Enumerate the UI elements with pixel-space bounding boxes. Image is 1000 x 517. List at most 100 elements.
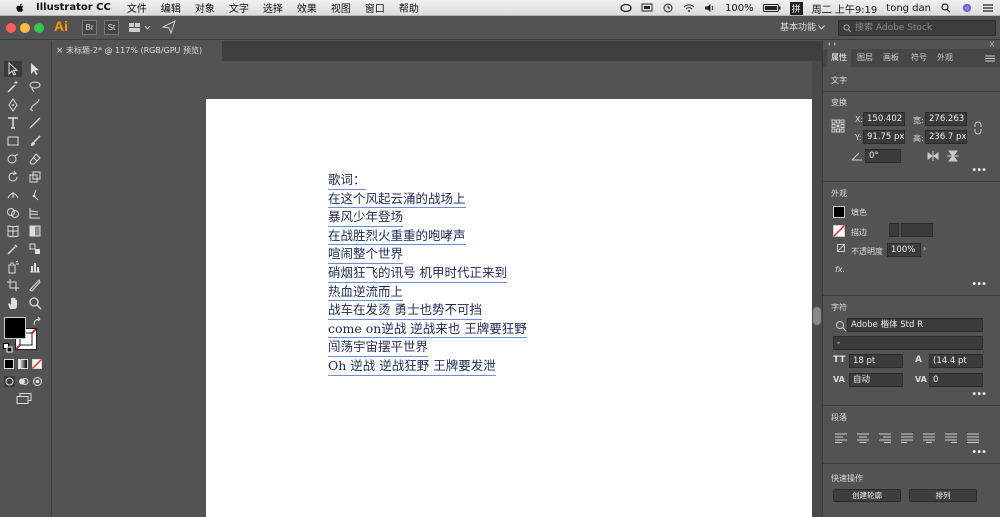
font-style-select[interactable]: -: [833, 336, 983, 350]
volume-icon[interactable]: [704, 3, 716, 13]
artboard[interactable]: 歌词： 在这个风起云涌的战场上 暴风少年登场 在战胜烈火重重的咆哮声 喧闹整个世界 硝烟狂…: [206, 99, 812, 517]
magic-wand-tool[interactable]: [4, 79, 22, 95]
panel-collapse-icon[interactable]: [827, 41, 837, 47]
menu-object[interactable]: 对象: [195, 0, 215, 15]
time-machine-icon[interactable]: [662, 3, 674, 13]
color-mode-button[interactable]: [4, 359, 14, 369]
none-mode-button[interactable]: [32, 359, 42, 369]
type-tool[interactable]: [4, 115, 22, 131]
stock-button[interactable]: St: [104, 20, 119, 35]
workspace-switcher[interactable]: 基本功能: [780, 20, 816, 33]
justify-all-icon[interactable]: [967, 433, 979, 443]
display-icon[interactable]: [641, 3, 653, 13]
apple-icon[interactable]: [14, 2, 26, 14]
create-outlines-button[interactable]: 创建轮廓: [833, 489, 901, 502]
scrollbar-thumb[interactable]: [813, 307, 821, 325]
stroke-weight-input[interactable]: [901, 223, 933, 237]
menu-view[interactable]: 视图: [331, 0, 351, 15]
leading-input[interactable]: (14.4 pt: [929, 354, 983, 368]
shape-builder-tool[interactable]: [4, 205, 22, 221]
tracking-input[interactable]: 0: [929, 373, 983, 387]
arrange-button[interactable]: 排列: [909, 489, 977, 502]
gradient-mode-button[interactable]: [18, 359, 28, 369]
height-input[interactable]: 236.7 px: [925, 130, 967, 144]
bridge-button[interactable]: Br: [82, 20, 97, 35]
y-position-input[interactable]: 91.75 px: [863, 130, 905, 144]
opacity-input[interactable]: 100%: [887, 243, 921, 257]
align-right-icon[interactable]: [879, 433, 891, 443]
menu-window[interactable]: 窗口: [365, 0, 385, 15]
mesh-tool[interactable]: [4, 223, 22, 239]
scale-tool[interactable]: [26, 169, 44, 185]
menu-type[interactable]: 文字: [229, 0, 249, 15]
rectangle-tool[interactable]: [4, 133, 22, 149]
selection-tool[interactable]: [4, 61, 22, 77]
gradient-tool[interactable]: [26, 223, 44, 239]
direct-selection-tool[interactable]: [26, 61, 44, 77]
draw-normal-icon[interactable]: [4, 376, 15, 387]
eraser-tool[interactable]: [26, 151, 44, 167]
flip-horizontal-icon[interactable]: [927, 151, 939, 161]
pen-tool[interactable]: [4, 97, 22, 113]
rotate-tool[interactable]: [4, 169, 22, 185]
menu-effect[interactable]: 效果: [297, 0, 317, 15]
flip-vertical-icon[interactable]: [947, 150, 959, 162]
symbol-sprayer-tool[interactable]: [4, 259, 22, 275]
workspace-chevron-icon[interactable]: [818, 25, 825, 30]
panel-menu-icon[interactable]: [985, 55, 995, 62]
justify-last-right-icon[interactable]: [945, 433, 957, 443]
panel-close-icon[interactable]: [987, 41, 997, 47]
menu-select[interactable]: 选择: [263, 0, 283, 15]
tab-artboards[interactable]: 画板: [879, 49, 903, 67]
battery-icon[interactable]: [762, 3, 781, 13]
swap-colors-icon[interactable]: [32, 317, 42, 327]
width-tool[interactable]: [4, 187, 22, 203]
slice-tool[interactable]: [26, 277, 44, 293]
line-segment-tool[interactable]: [26, 115, 44, 131]
eyedropper-tool[interactable]: [4, 241, 22, 257]
width-input[interactable]: 276.263: [925, 112, 967, 126]
hand-tool[interactable]: [4, 295, 22, 311]
align-center-icon[interactable]: [857, 433, 869, 443]
menu-help[interactable]: 帮助: [399, 0, 419, 15]
font-size-input[interactable]: 18 pt: [849, 354, 903, 368]
draw-behind-icon[interactable]: [18, 376, 29, 387]
puppet-warp-tool[interactable]: [26, 187, 44, 203]
tab-symbols[interactable]: 符号: [907, 49, 931, 67]
screen-mode-icon[interactable]: [16, 393, 32, 404]
app-menu[interactable]: Illustrator CC: [36, 2, 111, 13]
menu-edit[interactable]: 编辑: [161, 0, 181, 15]
column-graph-tool[interactable]: [26, 259, 44, 275]
default-colors-icon[interactable]: [3, 343, 13, 353]
close-tab-icon[interactable]: ×: [56, 41, 64, 61]
justify-last-left-icon[interactable]: [901, 433, 913, 443]
x-position-input[interactable]: 150.402: [863, 112, 905, 126]
clock[interactable]: 周二 上午9:19: [812, 1, 878, 16]
character-more-options[interactable]: •••: [971, 389, 987, 400]
send-icon[interactable]: [162, 20, 176, 34]
siri-icon[interactable]: [961, 3, 973, 13]
menu-file[interactable]: 文件: [127, 0, 147, 15]
input-method-indicator[interactable]: 拼: [789, 1, 803, 15]
document-tab[interactable]: × 未标题-2* @ 117% (RGB/GPU 预览): [52, 41, 222, 61]
notification-center-icon[interactable]: [982, 3, 994, 13]
fill-color-front[interactable]: [4, 317, 26, 339]
vertical-scrollbar[interactable]: [812, 61, 822, 517]
justify-last-center-icon[interactable]: [923, 433, 935, 443]
zoom-tool[interactable]: [26, 295, 44, 311]
minimize-window-button[interactable]: [20, 23, 30, 33]
tab-appearance[interactable]: 外观: [933, 49, 957, 67]
blend-tool[interactable]: [26, 241, 44, 257]
tab-layers[interactable]: 图层: [853, 49, 877, 67]
perspective-grid-tool[interactable]: [26, 205, 44, 221]
lyrics-text-frame[interactable]: 歌词： 在这个风起云涌的战场上 暴风少年登场 在战胜烈火重重的咆哮声 喧闹整个世界 硝烟狂…: [328, 171, 527, 376]
curvature-tool[interactable]: [26, 97, 44, 113]
paintbrush-tool[interactable]: [26, 133, 44, 149]
effects-button[interactable]: fx.: [835, 265, 845, 274]
arrange-documents-icon[interactable]: [128, 21, 152, 35]
creative-cloud-icon[interactable]: [620, 3, 632, 13]
draw-inside-icon[interactable]: [32, 376, 43, 387]
canvas-area[interactable]: 歌词： 在这个风起云涌的战场上 暴风少年登场 在战胜烈火重重的咆哮声 喧闹整个世界 硝烟狂…: [52, 61, 812, 517]
kerning-select[interactable]: 自动: [849, 373, 903, 387]
zoom-window-button[interactable]: [34, 23, 44, 33]
